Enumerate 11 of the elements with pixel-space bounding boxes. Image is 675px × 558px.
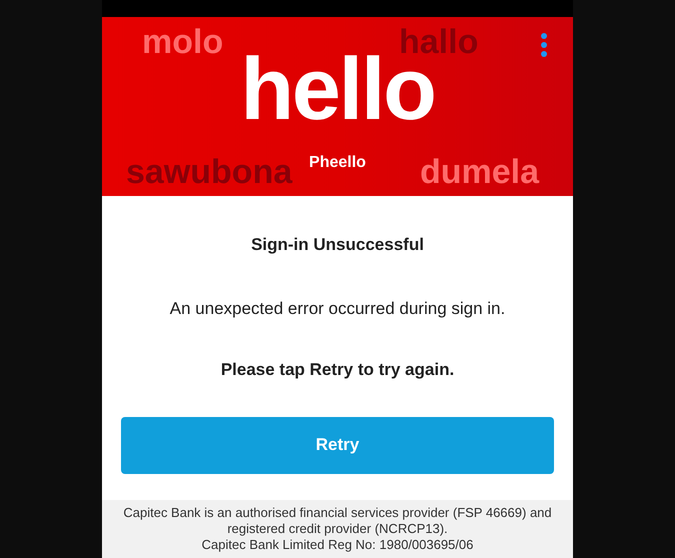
more-menu-icon[interactable]	[541, 33, 547, 57]
error-message: An unexpected error occurred during sign in.	[170, 298, 506, 320]
retry-button[interactable]: Retry	[121, 416, 554, 474]
background-word: molo	[142, 25, 224, 59]
footer-text: Capitec Bank Limited Reg No: 1980/003695/06	[202, 537, 474, 553]
banner-subtitle: Pheello	[309, 155, 366, 171]
background-word: dumela	[420, 155, 540, 189]
footer-text: Capitec Bank is an authorised financial services provider (FSP 46669) and registered credit provider (NCRCP13).	[122, 505, 553, 537]
retry-instruction: Please tap Retry to try again.	[220, 359, 454, 381]
background-word: sawubona	[126, 155, 292, 189]
dialog-title: Sign-in Unsuccessful	[251, 234, 424, 256]
